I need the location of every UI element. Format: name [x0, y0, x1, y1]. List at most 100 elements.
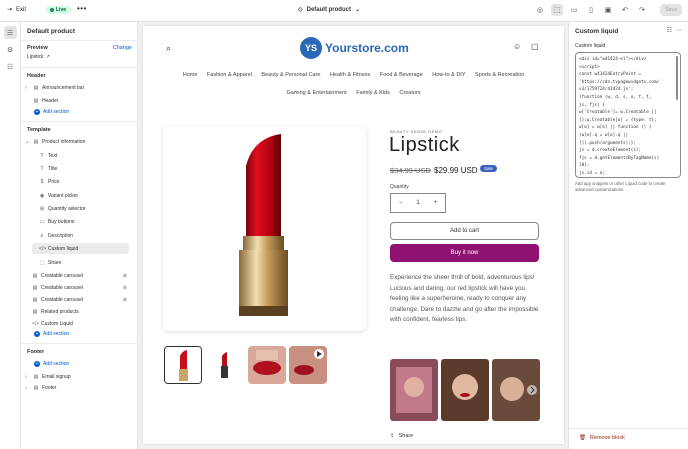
thumbnail-2[interactable]	[206, 346, 244, 384]
plus-icon: +	[34, 361, 40, 367]
more-actions-button[interactable]: •••	[77, 4, 87, 13]
cart-icon[interactable]: ▢	[531, 42, 539, 51]
nav-link-food[interactable]: Food & Beverage	[380, 72, 423, 78]
block-buy-buttons[interactable]: ▭ Buy buttons	[39, 216, 129, 227]
undo-icon[interactable]: ↶	[619, 4, 631, 16]
divider	[21, 67, 138, 68]
template-selector[interactable]: ◇ Default product ⌄	[298, 6, 360, 14]
layout-icon: ▤	[33, 373, 39, 380]
add-section-header-button[interactable]: + Add section	[34, 109, 69, 115]
section-related-products[interactable]: ▤ Related products	[32, 306, 129, 317]
layout-icon: ▤	[32, 272, 38, 279]
share-icon: ⇪	[390, 433, 395, 439]
share-button[interactable]: ⇪ Share	[390, 433, 413, 439]
thumbnail-4-video[interactable]	[289, 346, 327, 384]
fullscreen-view-icon[interactable]: ▣	[602, 4, 614, 16]
custom-liquid-editor[interactable]: <div id="w41424-el"></div> <script> cons…	[575, 52, 681, 178]
redo-icon[interactable]: ↷	[636, 4, 648, 16]
quantity-label: Quantity	[390, 184, 409, 190]
divider	[21, 343, 138, 344]
exit-button[interactable]: ⇥ Exit	[7, 6, 26, 14]
section-custom-liquid[interactable]: </> Custom Liquid	[32, 318, 129, 329]
nav-link-health[interactable]: Health & Fitness	[330, 72, 370, 78]
remove-block-button[interactable]: 🗑︎ Remove block	[579, 435, 625, 441]
apps-icon[interactable]: ☷	[4, 60, 17, 73]
desktop-view-icon[interactable]: ▭	[568, 4, 580, 16]
nav-link-home[interactable]: Home	[183, 72, 198, 78]
block-quantity-selector[interactable]: ⊞ Quantity selector	[39, 203, 129, 214]
database-icon[interactable]: ☷	[667, 27, 672, 34]
chevron-right-icon: ›	[25, 373, 27, 380]
editor-scrollbar[interactable]	[676, 56, 678, 100]
video-thumbnail-icon	[441, 359, 489, 421]
block-share[interactable]: ⬚ Share	[39, 257, 129, 268]
code-icon: </>	[39, 245, 47, 252]
quantity-stepper[interactable]: − 1 +	[390, 193, 446, 213]
settings-title: Custom liquid	[575, 28, 619, 35]
block-variant-picker[interactable]: ◉ Variant picker	[39, 190, 129, 201]
block-description[interactable]: ≡ Description	[39, 230, 129, 241]
video-card-2[interactable]	[441, 359, 489, 421]
thumbnail-1[interactable]	[164, 346, 202, 384]
settings-actions: ☷ ⋯	[667, 27, 682, 34]
divider	[569, 428, 688, 429]
add-section-footer-button[interactable]: + Add section	[34, 361, 69, 367]
section-creatable-carousel-3[interactable]: ▤ Creatable carousel ⊘	[32, 294, 129, 305]
nav-link-gaming[interactable]: Gaming & Entertainment	[286, 90, 346, 96]
section-announcement-bar[interactable]: › ▤ Announcement bar	[25, 82, 133, 93]
section-footer[interactable]: › ▤ Footer	[25, 382, 133, 393]
minus-icon[interactable]: −	[399, 200, 403, 206]
product-title: Lipstick	[389, 134, 460, 156]
section-creatable-carousel-1[interactable]: ▤ Creatable carousel ⊘	[32, 270, 129, 281]
main-nav-row-2: Gaming & Entertainment Family & Kids Cre…	[143, 90, 564, 96]
add-section-template-button[interactable]: + Add section	[34, 331, 69, 337]
hidden-icon[interactable]: ⊘	[123, 297, 127, 303]
trash-icon: 🗑︎	[579, 435, 586, 441]
section-header[interactable]: ▤ Header	[25, 95, 133, 106]
description-icon: ≡	[40, 232, 44, 239]
more-icon[interactable]: ⋯	[676, 27, 682, 34]
block-text[interactable]: T Text	[39, 150, 129, 161]
nav-link-sports[interactable]: Sports & Recreation	[475, 72, 524, 78]
nav-link-howto[interactable]: How-to & DIY	[432, 72, 465, 78]
button-icon: ▭	[39, 218, 45, 225]
price-icon: $	[40, 178, 44, 185]
buy-now-button[interactable]: Buy it now	[390, 244, 539, 262]
video-card-1[interactable]	[390, 359, 438, 421]
mobile-view-icon[interactable]: ▯	[585, 4, 597, 16]
lipstick-image	[239, 134, 288, 316]
hidden-icon[interactable]: ⊘	[123, 285, 127, 291]
search-icon[interactable]: ⌕	[166, 43, 171, 54]
save-button[interactable]: Save	[660, 4, 682, 16]
block-custom-liquid[interactable]: </> Custom liquid	[32, 243, 129, 254]
thumbnail-3[interactable]	[248, 346, 286, 384]
thumbnail-lipstick-icon	[165, 347, 201, 383]
nav-link-fashion[interactable]: Fashion & Apparel	[207, 72, 252, 78]
nav-link-family[interactable]: Family & Kids	[356, 90, 390, 96]
layout-icon: ▤	[33, 384, 39, 391]
preview-product[interactable]: Lipstick ↗	[27, 54, 50, 60]
theme-settings-gear-icon[interactable]: ⚙	[4, 43, 17, 56]
section-creatable-carousel-2[interactable]: ▤ Creatable carousel ⊘	[32, 282, 129, 293]
block-title[interactable]: T Title	[39, 163, 129, 174]
quantity-value[interactable]: 1	[416, 200, 419, 206]
sections-icon[interactable]: ☰	[3, 26, 17, 39]
header-section-heading: Header	[27, 73, 46, 79]
section-product-information[interactable]: ⌄ ▤ Product information	[25, 136, 133, 147]
product-main-image[interactable]	[163, 126, 366, 331]
hidden-icon[interactable]: ⊘	[123, 273, 127, 279]
video-thumbnail-icon	[492, 359, 540, 421]
inspector-icon[interactable]: ⬚	[551, 4, 563, 16]
store-logo[interactable]: YS Yourstore.com	[300, 37, 409, 59]
account-icon[interactable]: ☺	[513, 42, 521, 51]
change-link[interactable]: Change	[113, 45, 132, 51]
nav-link-beauty[interactable]: Beauty & Personal Care	[261, 72, 320, 78]
thumbnail-video-icon	[289, 346, 327, 384]
section-email-signup[interactable]: › ▤ Email signup	[25, 371, 133, 382]
nav-link-creators[interactable]: Creators	[399, 90, 420, 96]
block-price[interactable]: $ Price	[39, 176, 129, 187]
theme-settings-icon[interactable]: ◎	[534, 4, 546, 16]
plus-icon[interactable]: +	[433, 200, 437, 206]
add-to-cart-button[interactable]: Add to cart	[390, 222, 539, 240]
video-card-3[interactable]	[492, 359, 540, 421]
